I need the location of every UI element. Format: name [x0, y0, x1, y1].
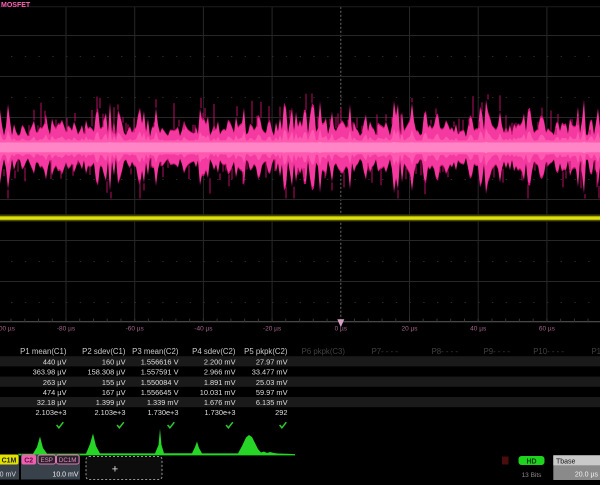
svg-text:2.966 mV: 2.966 mV: [204, 368, 236, 377]
svg-text:440 µV: 440 µV: [43, 358, 67, 367]
svg-text:P3 mean(C2): P3 mean(C2): [132, 347, 179, 356]
svg-text:10.0 mV: 10.0 mV: [0, 472, 16, 479]
svg-text:10.0 mV: 10.0 mV: [52, 472, 78, 479]
svg-text:P7- - - -: P7- - - -: [372, 347, 399, 356]
svg-text:1.557591 V: 1.557591 V: [141, 368, 179, 377]
svg-text:P1 mean(C1): P1 mean(C1): [20, 347, 67, 356]
svg-text:292: 292: [275, 408, 287, 417]
svg-text:P4 sdev(C2): P4 sdev(C2): [192, 347, 236, 356]
svg-text:33.477 mV: 33.477 mV: [252, 368, 288, 377]
svg-text:20 µs: 20 µs: [401, 326, 418, 333]
svg-text:-20 µs: -20 µs: [263, 326, 282, 333]
svg-text:-40 µs: -40 µs: [194, 326, 213, 333]
svg-text:25.03 mV: 25.03 mV: [256, 378, 288, 387]
svg-text:59.97 mV: 59.97 mV: [256, 388, 288, 397]
svg-text:P9- - - -: P9- - - -: [484, 347, 511, 356]
svg-text:-80 µs: -80 µs: [57, 326, 76, 333]
svg-text:ESP: ESP: [41, 457, 53, 464]
svg-text:1.676 mV: 1.676 mV: [204, 398, 236, 407]
svg-text:P10- - - -: P10- - - -: [533, 347, 564, 356]
svg-text:+: +: [112, 464, 118, 476]
svg-text:60 µs: 60 µs: [539, 326, 556, 333]
svg-text:C2: C2: [24, 457, 33, 464]
svg-text:160 µV: 160 µV: [102, 358, 126, 367]
svg-text:32.18 µV: 32.18 µV: [37, 398, 67, 407]
svg-text:167 µV: 167 µV: [102, 388, 126, 397]
svg-text:40 µs: 40 µs: [470, 326, 487, 333]
svg-text:-100 µs: -100 µs: [0, 326, 16, 333]
svg-text:2.200 mV: 2.200 mV: [204, 358, 236, 367]
svg-text:27.97 mV: 27.97 mV: [256, 358, 288, 367]
svg-text:263 µV: 263 µV: [43, 378, 67, 387]
svg-text:1.556645 V: 1.556645 V: [141, 388, 179, 397]
svg-text:6.135 mV: 6.135 mV: [256, 398, 288, 407]
svg-text:MOSFET: MOSFET: [1, 2, 31, 9]
svg-text:13 Bits: 13 Bits: [522, 472, 543, 479]
svg-text:10.031 mV: 10.031 mV: [200, 388, 236, 397]
svg-text:-60 µs: -60 µs: [126, 326, 145, 333]
svg-text:DC1M: DC1M: [59, 457, 77, 464]
svg-text:P8- - - -: P8- - - -: [432, 347, 459, 356]
svg-text:P2 sdev(C1): P2 sdev(C1): [82, 347, 126, 356]
svg-text:1.550084 V: 1.550084 V: [141, 378, 179, 387]
svg-text:P1: P1: [591, 347, 600, 356]
svg-text:1.339 mV: 1.339 mV: [147, 398, 179, 407]
svg-text:1.891 mV: 1.891 mV: [204, 378, 236, 387]
svg-text:1.730e+3: 1.730e+3: [147, 408, 178, 417]
svg-text:Tbase: Tbase: [556, 458, 576, 465]
svg-text:P6 pkpk(C3): P6 pkpk(C3): [302, 347, 346, 356]
svg-text:2.103e+3: 2.103e+3: [94, 408, 125, 417]
svg-text:155 µV: 155 µV: [102, 378, 126, 387]
svg-text:0 µs: 0 µs: [335, 326, 348, 333]
svg-text:C1M: C1M: [2, 457, 17, 464]
svg-text:1.556616 V: 1.556616 V: [141, 358, 179, 367]
svg-text:20.0 µs: 20.0 µs: [575, 472, 599, 479]
svg-text:1.730e+3: 1.730e+3: [204, 408, 235, 417]
svg-text:P5 pkpk(C2): P5 pkpk(C2): [244, 347, 288, 356]
svg-text:1.399 µV: 1.399 µV: [96, 398, 126, 407]
svg-text:474 µV: 474 µV: [43, 388, 67, 397]
svg-text:2.103e+3: 2.103e+3: [35, 408, 66, 417]
svg-text:158.308 µV: 158.308 µV: [88, 368, 126, 377]
svg-text:363.98 µV: 363.98 µV: [33, 368, 67, 377]
svg-text:HD: HD: [526, 458, 536, 465]
